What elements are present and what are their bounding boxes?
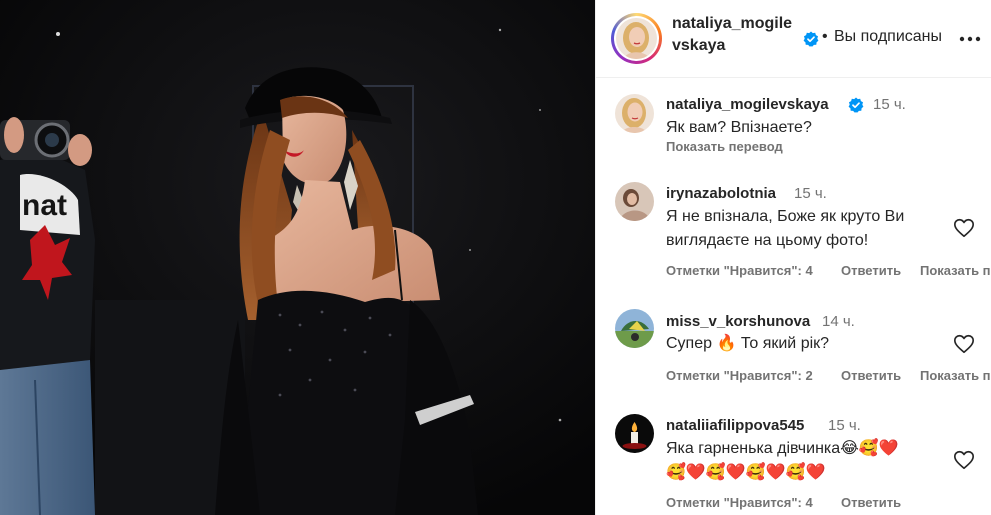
comments-panel: nataliya_mogile vskaya • Вы подписаны na… [595,0,991,515]
author-avatar[interactable] [611,13,662,64]
comment-likes-count[interactable]: Отметки "Нравится": 4 [666,495,813,510]
emoji: 🥰 [666,464,686,481]
post-photo-image: nat [0,0,595,515]
author-username-line2[interactable]: vskaya [672,37,725,54]
author-avatar-image [616,18,657,59]
emoji: 🥰 [785,464,806,481]
emoji: ❤️ [725,464,746,481]
emoji: 🥰 [745,464,766,481]
post-header: nataliya_mogile vskaya • Вы подписаны [596,0,991,78]
reply-button[interactable]: Ответить [841,368,901,383]
like-heart-icon[interactable] [953,333,975,355]
emoji: 😂 [840,440,859,457]
show-translation-button[interactable]: Показать перевод [666,139,783,154]
comment-text-part: То який рік? [736,335,830,352]
more-options-icon[interactable] [956,27,984,51]
comment-avatar[interactable] [615,414,654,453]
caption-username[interactable]: nataliya_mogilevskaya [666,96,829,113]
comment-username[interactable]: nataliiafilippova545 [666,417,804,434]
post-photo: nat [0,0,595,515]
comment-time[interactable]: 15 ч. [794,185,827,202]
follow-status-button[interactable]: Вы подписаны [834,28,942,46]
comment-text-part: Яка гарненька дівчинка [666,440,841,457]
comment-time[interactable]: 14 ч. [822,313,855,330]
comment-time[interactable]: 15 ч. [828,417,861,434]
comment-likes-count[interactable]: Отметки "Нравится": 4 [666,263,813,278]
emoji-line-1: 😂🥰❤️ [840,440,899,457]
caption-time[interactable]: 15 ч. [873,96,906,113]
comment-text-part: Супер [666,335,717,352]
comment-avatar[interactable] [615,309,654,348]
header-separator: • [822,28,828,45]
comment-text: Яка гарненька дівчинка😂🥰❤️ 🥰❤️🥰❤️🥰❤️🥰❤️ [666,437,956,485]
emoji: ❤️ [685,464,706,481]
author-username[interactable]: nataliya_mogile vskaya [672,13,802,57]
svg-text:nat: nat [22,189,67,222]
emoji: 🥰 [858,440,879,457]
emoji: ❤️ [878,440,899,457]
show-replies-button[interactable]: Показать п [920,368,991,383]
comment-likes-count[interactable]: Отметки "Нравится": 2 [666,368,813,383]
comment-text: Я не впізнала, Боже як круто Ви виглядає… [666,208,905,249]
emoji: ❤️ [765,464,786,481]
caption-text: Як вам? Впізнаете? [666,119,812,136]
comment-avatar[interactable] [615,182,654,221]
like-heart-icon[interactable] [953,449,975,471]
caption-author-avatar[interactable] [615,94,654,133]
comment-username[interactable]: miss_v_korshunova [666,313,810,330]
emoji: ❤️ [805,464,826,481]
reply-button[interactable]: Ответить [841,263,901,278]
emoji-line-2: 🥰❤️🥰❤️🥰❤️🥰❤️ [666,464,825,481]
comment-text: Супер 🔥 То який рік? [666,332,829,356]
comment-username[interactable]: irynazabolotnia [666,185,776,202]
verified-badge-icon [803,31,819,47]
fire-emoji: 🔥 [716,335,737,352]
like-heart-icon[interactable] [953,217,975,239]
show-replies-button[interactable]: Показать п [920,263,991,278]
reply-button[interactable]: Ответить [841,495,901,510]
author-username-line1[interactable]: nataliya_mogile [672,15,792,32]
emoji: 🥰 [705,464,726,481]
caption-verified-badge-icon [848,97,864,113]
